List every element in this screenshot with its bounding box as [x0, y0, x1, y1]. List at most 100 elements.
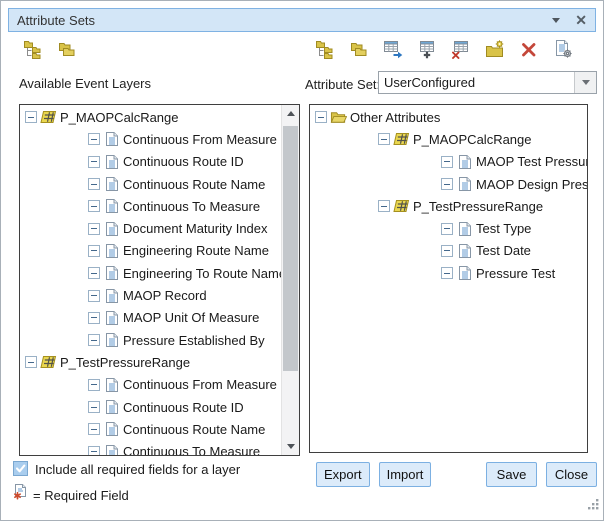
include-required-fields-checkbox[interactable]: [13, 461, 28, 476]
collapse-toggle-icon[interactable]: [441, 178, 453, 190]
folder-open-icon: [330, 111, 347, 124]
scrollbar-thumb[interactable]: [283, 126, 298, 371]
collapse-toggle-icon[interactable]: [378, 133, 390, 145]
scroll-down-icon[interactable]: [282, 438, 299, 455]
collapse-toggle-icon[interactable]: [88, 200, 100, 212]
tree-item[interactable]: Continuous Route ID: [20, 396, 282, 418]
required-field-legend: = Required Field: [33, 488, 129, 503]
doc-icon: [103, 176, 120, 192]
add-table-button[interactable]: [416, 38, 438, 60]
tree-item[interactable]: Engineering To Route Name: [20, 262, 282, 284]
titlebar: Attribute Sets ✕: [8, 8, 596, 32]
layer-icon: [393, 132, 410, 146]
tree-item[interactable]: MAOP Test Pressure: [310, 151, 587, 173]
vertical-scrollbar[interactable]: [281, 105, 299, 455]
collapse-toggle-icon[interactable]: [315, 111, 327, 123]
collapse-toggle-icon[interactable]: [88, 290, 100, 302]
resize-grip[interactable]: [587, 498, 600, 516]
doc-gear-icon: [553, 39, 573, 59]
doc-icon: [103, 377, 120, 393]
expand-all-attributes-button[interactable]: [314, 38, 336, 60]
collapse-toggle-icon[interactable]: [88, 446, 100, 456]
tree-item[interactable]: Continuous Route Name: [20, 173, 282, 195]
tree-item[interactable]: Continuous Route ID: [20, 151, 282, 173]
tree-item[interactable]: Continuous Route Name: [20, 418, 282, 440]
tree-item[interactable]: Continuous To Measure: [20, 195, 282, 217]
tree-item-label: Test Date: [476, 243, 531, 258]
export-button[interactable]: Export: [316, 462, 370, 487]
dropdown-button[interactable]: [574, 72, 596, 93]
import-button[interactable]: Import: [379, 462, 432, 487]
tree-item[interactable]: Other Attributes: [310, 106, 587, 128]
tree-item-label: P_TestPressureRange: [413, 199, 543, 214]
tree-item[interactable]: Test Date: [310, 240, 587, 262]
tree-item[interactable]: Continuous From Measure: [20, 128, 282, 150]
doc-icon: [103, 444, 120, 456]
tree-item-label: Test Type: [476, 221, 531, 236]
remove-table-button[interactable]: [450, 38, 472, 60]
table-arrow-icon: [383, 39, 403, 59]
tree-item[interactable]: Pressure Test: [310, 262, 587, 284]
collapse-toggle-icon[interactable]: [441, 223, 453, 235]
tree-item[interactable]: MAOP Design Pressure: [310, 173, 587, 195]
collapse-all-layers-button[interactable]: [56, 38, 78, 60]
collapse-toggle-icon[interactable]: [441, 267, 453, 279]
doc-icon: [103, 265, 120, 281]
attribute-set-properties-button[interactable]: [552, 38, 574, 60]
collapse-toggle-icon[interactable]: [88, 312, 100, 324]
attribute-set-dropdown[interactable]: UserConfigured: [378, 71, 597, 94]
doc-icon: [103, 154, 120, 170]
tree-item-label: Continuous Route Name: [123, 422, 265, 437]
tree-item-label: MAOP Test Pressure: [476, 154, 587, 169]
collapse-toggle-icon[interactable]: [88, 133, 100, 145]
collapse-toggle-icon[interactable]: [441, 245, 453, 257]
tree-item-label: Continuous Route ID: [123, 154, 244, 169]
tree-item-label: Document Maturity Index: [123, 221, 268, 236]
collapse-toggle-icon[interactable]: [88, 423, 100, 435]
collapse-all-attributes-button[interactable]: [348, 38, 370, 60]
layer-icon: [40, 110, 57, 124]
tree-item[interactable]: MAOP Record: [20, 284, 282, 306]
window-menu-icon[interactable]: [552, 18, 560, 23]
layer-icon: [40, 355, 57, 369]
tree-item[interactable]: Test Type: [310, 217, 587, 239]
collapse-toggle-icon[interactable]: [88, 178, 100, 190]
close-button[interactable]: Close: [546, 462, 597, 487]
tree-item[interactable]: P_TestPressureRange: [20, 351, 282, 373]
tree-item[interactable]: Continuous From Measure: [20, 374, 282, 396]
folders-icon: [57, 39, 77, 59]
collapse-toggle-icon[interactable]: [441, 156, 453, 168]
collapse-toggle-icon[interactable]: [88, 223, 100, 235]
tree-item[interactable]: P_MAOPCalcRange: [20, 106, 282, 128]
available-layers-tree-panel: P_MAOPCalcRangeContinuous From MeasureCo…: [19, 104, 300, 456]
new-attribute-set-button[interactable]: [484, 38, 506, 60]
collapse-toggle-icon[interactable]: [88, 379, 100, 391]
doc-icon: [103, 399, 120, 415]
delete-attribute-set-button[interactable]: [518, 38, 540, 60]
collapse-toggle-icon[interactable]: [88, 156, 100, 168]
tree-item[interactable]: P_MAOPCalcRange: [310, 128, 587, 150]
tree-item[interactable]: Engineering Route Name: [20, 240, 282, 262]
collapse-toggle-icon[interactable]: [88, 267, 100, 279]
collapse-toggle-icon[interactable]: [25, 111, 37, 123]
tree-item[interactable]: P_TestPressureRange: [310, 195, 587, 217]
tree-item[interactable]: Pressure Established By: [20, 329, 282, 351]
collapse-toggle-icon[interactable]: [378, 200, 390, 212]
tree-item-label: Continuous Route ID: [123, 400, 244, 415]
export-table-button[interactable]: [382, 38, 404, 60]
scroll-up-icon[interactable]: [282, 105, 299, 122]
attribute-set-label: Attribute Set:: [305, 77, 380, 92]
save-button[interactable]: Save: [486, 462, 537, 487]
doc-icon: [103, 131, 120, 147]
tree-item[interactable]: Continuous To Measure: [20, 440, 282, 456]
expand-all-layers-button[interactable]: [22, 38, 44, 60]
collapse-toggle-icon[interactable]: [25, 356, 37, 368]
collapse-toggle-icon[interactable]: [88, 245, 100, 257]
collapse-toggle-icon[interactable]: [88, 401, 100, 413]
tree-item-label: Continuous From Measure: [123, 377, 277, 392]
tree-item[interactable]: MAOP Unit Of Measure: [20, 307, 282, 329]
collapse-toggle-icon[interactable]: [88, 334, 100, 346]
close-icon[interactable]: ✕: [575, 13, 587, 27]
tree-item[interactable]: Document Maturity Index: [20, 217, 282, 239]
attribute-set-toolbar: [314, 38, 574, 60]
